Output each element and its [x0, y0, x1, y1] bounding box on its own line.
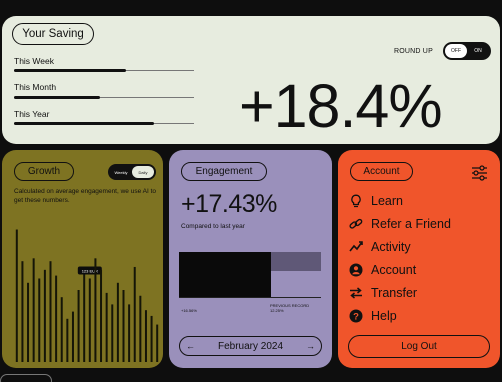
saving-percent: +18.4%	[239, 72, 443, 140]
growth-title: Growth	[14, 162, 74, 181]
transfer-icon	[350, 287, 362, 299]
growth-bar	[94, 258, 97, 362]
menu-item-account[interactable]: Account	[349, 263, 416, 277]
help-icon: ?	[349, 309, 363, 323]
growth-card: Growth Weekly Daily Calculated on averag…	[2, 150, 163, 368]
growth-bar	[116, 282, 119, 362]
toggle-off-option[interactable]: OFF	[445, 44, 467, 58]
prev-month-arrow-icon[interactable]: ←	[186, 341, 195, 351]
bottom-tab-handle	[0, 374, 52, 382]
growth-bar	[38, 278, 41, 362]
round-up-toggle[interactable]: OFF ON	[443, 42, 491, 60]
menu-item-transfer[interactable]: Transfer	[349, 286, 417, 300]
toggle-on-option[interactable]: ON	[467, 44, 489, 58]
menu-label-account: Account	[371, 263, 417, 277]
growth-bar	[60, 297, 63, 362]
menu-label-learn: Learn	[371, 194, 403, 208]
account-card: Account Learn Refer a Friend Activity Ac…	[338, 150, 500, 368]
engagement-value: +17.43%	[181, 190, 277, 218]
growth-bar	[150, 315, 153, 362]
menu-label-refer: Refer a Friend	[371, 217, 451, 231]
growth-bar	[156, 324, 159, 362]
menu-label-activity: Activity	[371, 240, 411, 254]
growth-bar	[55, 275, 58, 362]
growth-bar	[71, 311, 74, 362]
previous-record-bar	[271, 252, 321, 272]
settings-sliders-icon[interactable]	[471, 165, 488, 181]
growth-bar	[66, 318, 69, 362]
activity-icon	[349, 241, 363, 252]
growth-bar	[133, 266, 136, 362]
period-track-week	[14, 69, 194, 72]
period-label-year: This Year	[14, 109, 50, 119]
saving-card: Your Saving ROUND UP OFF ON This Week Th…	[2, 16, 500, 144]
menu-label-help: Help	[371, 309, 397, 323]
month-selector: ← February 2024 →	[179, 336, 322, 356]
growth-bar	[15, 229, 18, 362]
period-label-month: This Month	[14, 82, 57, 92]
lightbulb-icon	[351, 194, 361, 208]
svg-text:?: ?	[353, 311, 359, 322]
growth-bar	[32, 258, 35, 362]
growth-bar	[144, 310, 147, 362]
growth-bar	[49, 261, 52, 362]
period-label-week: This Week	[14, 56, 54, 66]
period-track-month	[14, 96, 194, 99]
growth-period-toggle[interactable]: Weekly Daily	[108, 164, 156, 180]
growth-highlight-tag: 123 EUR	[77, 266, 102, 275]
growth-bar	[88, 278, 91, 362]
previous-bar-label: PREVIOUS RECORD 12.25%	[270, 303, 310, 313]
growth-bar	[21, 261, 24, 362]
menu-item-learn[interactable]: Learn	[349, 194, 403, 208]
toggle-daily-option[interactable]: Daily	[132, 166, 154, 178]
engagement-subtitle: Compared to last year	[181, 223, 245, 230]
link-icon	[349, 218, 363, 229]
menu-item-activity[interactable]: Activity	[349, 240, 411, 254]
growth-bar	[83, 272, 86, 362]
menu-label-transfer: Transfer	[371, 286, 418, 300]
next-month-arrow-icon[interactable]: →	[306, 341, 315, 351]
growth-bar	[128, 304, 131, 362]
logout-button[interactable]: Log Out	[348, 335, 490, 358]
current-engagement-bar	[179, 252, 271, 297]
current-bar-label: +16.56%	[181, 308, 197, 313]
growth-bar	[105, 292, 108, 362]
user-icon	[349, 263, 363, 277]
growth-bar	[100, 269, 103, 362]
period-track-year	[14, 122, 194, 125]
engagement-axis	[179, 297, 321, 298]
growth-bar	[43, 269, 46, 362]
growth-bar-chart: 123 EUR	[15, 229, 159, 362]
menu-item-refer[interactable]: Refer a Friend	[349, 217, 451, 231]
growth-bar	[122, 290, 125, 362]
growth-bar	[27, 282, 30, 362]
round-up-label: ROUND UP	[394, 48, 433, 55]
toggle-weekly-option[interactable]: Weekly	[110, 166, 132, 178]
growth-bar	[111, 304, 114, 362]
growth-bar	[77, 290, 80, 362]
growth-bar	[139, 295, 142, 362]
month-label: February 2024	[217, 340, 284, 352]
saving-title: Your Saving	[12, 23, 94, 45]
menu-item-help[interactable]: ? Help	[349, 309, 397, 323]
account-title: Account	[350, 162, 413, 181]
growth-description: Calculated on average engagement, we use…	[14, 188, 157, 204]
engagement-card: Engagement +17.43% Compared to last year…	[169, 150, 332, 368]
engagement-title: Engagement	[181, 162, 267, 181]
